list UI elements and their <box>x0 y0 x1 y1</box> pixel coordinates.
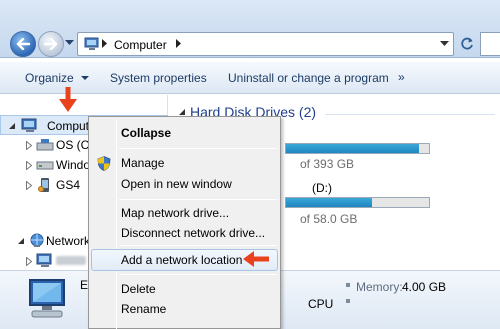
menu-item-collapse[interactable]: Collapse <box>91 122 278 144</box>
menu-item-manage[interactable]: Manage <box>91 152 278 174</box>
details-memory-value: 4.00 GB <box>402 280 447 294</box>
back-button[interactable] <box>10 31 36 57</box>
group-divider <box>325 114 495 115</box>
menu-label-rename: Rename <box>121 302 167 316</box>
details-grip-dot <box>346 283 350 287</box>
menu-label-open-new-window: Open in new window <box>121 177 232 191</box>
collapse-triangle-icon[interactable] <box>8 122 16 130</box>
drive2-usage-bar <box>285 197 430 208</box>
annotation-arrow-down-icon <box>59 87 77 112</box>
menu-separator <box>119 274 277 275</box>
network-icon <box>30 233 44 247</box>
drive1-usage-bar <box>285 143 430 154</box>
refresh-icon <box>461 37 473 50</box>
menu-item-delete[interactable]: Delete <box>91 278 278 300</box>
expand-triangle-icon[interactable] <box>26 141 32 150</box>
context-menu: Collapse Manage Open in new window Map n… <box>88 116 281 329</box>
menu-label-delete: Delete <box>121 282 156 296</box>
annotation-arrow-left-icon <box>243 251 269 267</box>
drive2-name: (D:) <box>312 181 332 195</box>
expand-triangle-icon[interactable] <box>26 257 32 266</box>
address-bar[interactable]: Computer <box>77 32 454 56</box>
recent-pages-dropdown-icon[interactable] <box>65 40 74 46</box>
computer-icon <box>84 37 99 50</box>
address-toolbar: Computer <box>0 0 500 58</box>
tree-label-gs4: GS4 <box>56 178 81 192</box>
forward-arrow-icon <box>44 38 58 50</box>
menu-separator <box>119 245 277 246</box>
drive1-usage-fill <box>286 144 419 153</box>
system-properties-button[interactable]: System properties <box>110 71 207 85</box>
back-arrow-icon <box>16 38 30 50</box>
refresh-button[interactable] <box>457 32 477 56</box>
organize-label: Organize <box>25 71 74 85</box>
expand-triangle-icon[interactable] <box>26 181 32 190</box>
computer-icon <box>21 118 37 132</box>
phone-device-icon <box>38 178 49 192</box>
details-computer-name: E <box>80 278 89 292</box>
tree-label-network: Network <box>46 234 91 248</box>
blurred-computer-name <box>56 256 86 265</box>
computer-large-icon <box>29 279 65 318</box>
tree-label-windows: Windo <box>56 158 91 172</box>
menu-label-collapse: Collapse <box>121 126 172 140</box>
drive2-capacity: of 58.0 GB <box>300 212 358 226</box>
organize-button[interactable]: Organize <box>25 71 90 85</box>
computer-icon <box>36 253 52 267</box>
group-collapse-icon[interactable] <box>178 108 186 116</box>
uninstall-program-button[interactable]: Uninstall or change a program <box>228 71 389 85</box>
menu-label-add-network-location: Add a network location <box>121 253 243 267</box>
menu-item-disconnect-network-drive[interactable]: Disconnect network drive... <box>91 222 278 244</box>
chevron-down-icon <box>81 76 90 81</box>
search-input[interactable] <box>480 32 500 56</box>
uac-shield-icon <box>97 156 111 171</box>
menu-separator <box>119 199 277 200</box>
details-memory-label: Memory: <box>356 280 403 294</box>
more-commands-button[interactable]: » <box>398 70 405 84</box>
menu-item-map-network-drive[interactable]: Map network drive... <box>91 202 278 224</box>
details-cpu-label: CPU <box>308 297 334 311</box>
breadcrumb-computer[interactable]: Computer <box>114 38 167 52</box>
drive1-capacity: of 393 GB <box>300 157 355 171</box>
menu-label-disconnect-network-drive: Disconnect network drive... <box>121 226 266 240</box>
breadcrumb-chevron-icon[interactable] <box>176 39 182 48</box>
menu-label-map-network-drive: Map network drive... <box>121 206 230 220</box>
menu-separator <box>119 148 277 149</box>
address-history-dropdown-icon[interactable] <box>440 41 449 47</box>
forward-button[interactable] <box>38 31 64 57</box>
menu-item-open-new-window[interactable]: Open in new window <box>91 173 278 195</box>
breadcrumb-chevron-icon[interactable] <box>102 39 108 48</box>
hard-drive-icon <box>36 139 54 151</box>
expand-triangle-icon[interactable] <box>26 161 32 170</box>
hard-drive-icon <box>36 161 54 170</box>
collapse-triangle-icon[interactable] <box>17 237 25 245</box>
details-grip-dot <box>346 299 350 303</box>
menu-item-rename[interactable]: Rename <box>91 298 278 320</box>
menu-label-manage: Manage <box>121 156 165 170</box>
drive2-usage-fill <box>286 198 372 207</box>
